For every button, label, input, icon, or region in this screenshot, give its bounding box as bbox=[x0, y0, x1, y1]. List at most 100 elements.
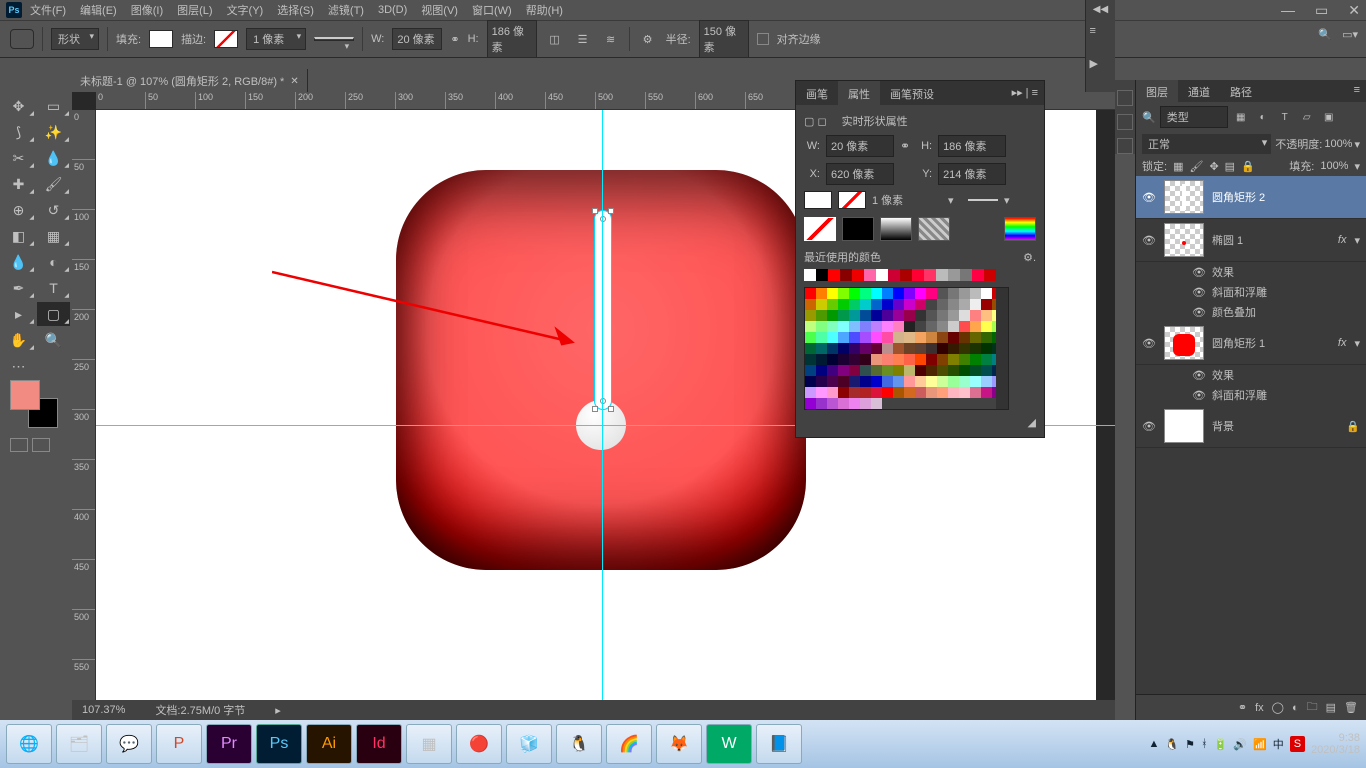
panel-expand-icon[interactable]: ▸▸ | ≡ bbox=[1006, 81, 1044, 105]
swatch[interactable] bbox=[981, 288, 992, 299]
zoom-tool[interactable]: 🔍 bbox=[37, 328, 70, 352]
swatch[interactable] bbox=[838, 321, 849, 332]
swatch[interactable] bbox=[959, 299, 970, 310]
guide-vertical[interactable] bbox=[602, 110, 603, 720]
lock-paint-icon[interactable]: 🖌 bbox=[1189, 160, 1203, 173]
layer-thumb[interactable] bbox=[1164, 326, 1204, 360]
swatch[interactable] bbox=[882, 354, 893, 365]
layer-name[interactable]: 椭圆 1 bbox=[1212, 232, 1243, 248]
swatch[interactable] bbox=[937, 343, 948, 354]
swatch[interactable] bbox=[959, 321, 970, 332]
radius-input[interactable]: 150 像素 bbox=[699, 20, 749, 58]
swatch[interactable] bbox=[915, 321, 926, 332]
swatch[interactable] bbox=[970, 365, 981, 376]
swatch[interactable] bbox=[816, 321, 827, 332]
swatch[interactable] bbox=[871, 299, 882, 310]
swatch[interactable] bbox=[959, 365, 970, 376]
search-icon[interactable]: 🔍 bbox=[1318, 28, 1332, 41]
swatch[interactable] bbox=[849, 310, 860, 321]
swatch[interactable] bbox=[959, 354, 970, 365]
swatch[interactable] bbox=[860, 365, 871, 376]
swatch[interactable] bbox=[816, 299, 827, 310]
tray-ime[interactable]: 中 bbox=[1273, 736, 1284, 752]
swatch[interactable] bbox=[970, 321, 981, 332]
stroke-width-dropdown[interactable]: 1 像素 bbox=[246, 28, 306, 50]
eraser-tool[interactable]: ◧◢ bbox=[2, 224, 35, 248]
prop-stroke-width[interactable]: 1 像素 bbox=[872, 192, 942, 208]
taskbar-indesign[interactable]: Id bbox=[356, 724, 402, 764]
swatch[interactable] bbox=[984, 269, 996, 281]
swatch[interactable] bbox=[816, 269, 828, 281]
visibility-icon[interactable]: 👁 bbox=[1142, 337, 1156, 350]
blur-tool[interactable]: 💧◢ bbox=[2, 250, 35, 274]
tray-bt-icon[interactable]: ᚼ bbox=[1201, 738, 1208, 750]
collapsed-panel-1[interactable]: ≡ bbox=[1090, 25, 1112, 47]
prop-fill-swatch[interactable] bbox=[804, 191, 832, 209]
swatch[interactable] bbox=[871, 321, 882, 332]
fx-color-overlay[interactable]: 👁颜色叠加 bbox=[1136, 302, 1366, 322]
fx-bevel-2[interactable]: 👁斜面和浮雕 bbox=[1136, 385, 1366, 405]
layer-thumb[interactable] bbox=[1164, 409, 1204, 443]
lock-nest-icon[interactable]: ▤ bbox=[1225, 160, 1235, 173]
type-tool[interactable]: T◢ bbox=[37, 276, 70, 300]
swatch[interactable] bbox=[981, 310, 992, 321]
swatch[interactable] bbox=[871, 343, 882, 354]
swatch-scrollbar[interactable] bbox=[996, 288, 1008, 409]
swatch[interactable] bbox=[838, 310, 849, 321]
swatch[interactable] bbox=[915, 299, 926, 310]
swatch[interactable] bbox=[882, 299, 893, 310]
swatch[interactable] bbox=[864, 269, 876, 281]
swatch[interactable] bbox=[827, 343, 838, 354]
tray-flag-icon[interactable]: ⚑ bbox=[1185, 738, 1195, 751]
swatch[interactable] bbox=[827, 310, 838, 321]
swatch[interactable] bbox=[888, 269, 900, 281]
swatch[interactable] bbox=[805, 321, 816, 332]
swatch[interactable] bbox=[849, 387, 860, 398]
swatch[interactable] bbox=[937, 365, 948, 376]
tray-volume-icon[interactable]: 🔊 bbox=[1233, 738, 1247, 751]
swatch[interactable] bbox=[840, 269, 852, 281]
mask-icon[interactable]: ◯ bbox=[1272, 701, 1284, 714]
fx-badge[interactable]: fx bbox=[1338, 337, 1347, 349]
swatch[interactable] bbox=[893, 376, 904, 387]
swatch[interactable] bbox=[972, 269, 984, 281]
panel-resize-grip[interactable]: ◢ bbox=[804, 416, 1036, 429]
swatch[interactable] bbox=[960, 269, 972, 281]
swatch[interactable] bbox=[871, 387, 882, 398]
tray-qq-icon[interactable]: 🐧 bbox=[1165, 738, 1179, 751]
swatch[interactable] bbox=[849, 343, 860, 354]
group-icon[interactable]: 🗀 bbox=[1307, 698, 1318, 717]
visibility-icon[interactable]: 👁 bbox=[1142, 234, 1156, 247]
swatch[interactable] bbox=[915, 343, 926, 354]
swatch[interactable] bbox=[827, 354, 838, 365]
swatch[interactable] bbox=[915, 332, 926, 343]
fill-opacity-value[interactable]: 100% bbox=[1320, 160, 1348, 172]
swatch[interactable] bbox=[849, 299, 860, 310]
swatch[interactable] bbox=[893, 321, 904, 332]
swatch[interactable] bbox=[882, 387, 893, 398]
swatch[interactable] bbox=[937, 376, 948, 387]
swatch[interactable] bbox=[849, 321, 860, 332]
filter-shape-icon[interactable]: ▱ bbox=[1298, 109, 1316, 125]
gradient-button[interactable] bbox=[880, 217, 912, 241]
edit-toolbar[interactable]: ⋯ bbox=[2, 354, 35, 378]
no-color-button[interactable] bbox=[804, 217, 836, 241]
swatch[interactable] bbox=[904, 376, 915, 387]
swatch[interactable] bbox=[937, 310, 948, 321]
swatch[interactable] bbox=[805, 376, 816, 387]
swatch[interactable] bbox=[915, 376, 926, 387]
adjust-layer-icon[interactable]: ◐ bbox=[1292, 702, 1299, 714]
swatch[interactable] bbox=[816, 398, 827, 409]
pen-tool[interactable]: ✒◢ bbox=[2, 276, 35, 300]
shape-tool[interactable]: ▢◢ bbox=[37, 302, 70, 326]
menu-view[interactable]: 视图(V) bbox=[421, 2, 458, 18]
fx-badge[interactable]: fx bbox=[1338, 234, 1347, 246]
swatch[interactable] bbox=[849, 288, 860, 299]
swatch[interactable] bbox=[981, 299, 992, 310]
swatch[interactable] bbox=[871, 365, 882, 376]
swatch[interactable] bbox=[893, 310, 904, 321]
layer-background[interactable]: 👁 背景 🔒 bbox=[1136, 405, 1366, 448]
swatch[interactable] bbox=[981, 354, 992, 365]
swatch[interactable] bbox=[970, 343, 981, 354]
swatch[interactable] bbox=[970, 387, 981, 398]
